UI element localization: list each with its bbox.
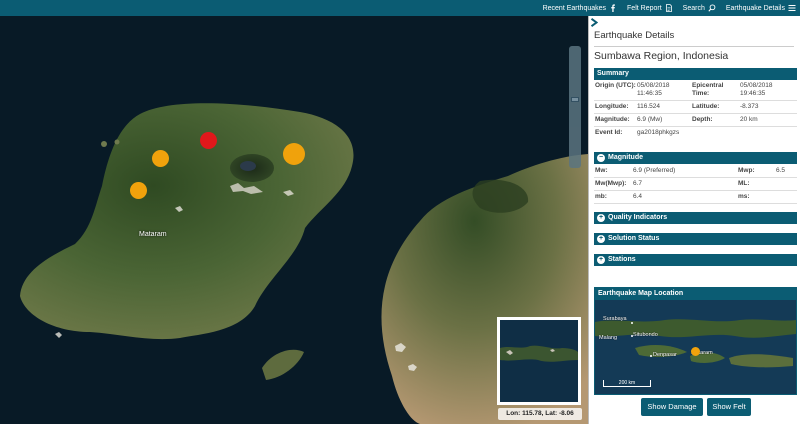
region-title: Sumbawa Region, Indonesia xyxy=(594,50,729,62)
magnitude-value: 6.9 (Mw) xyxy=(637,116,663,123)
summary-row: Event Id: ga2018phkgzs xyxy=(594,127,797,139)
mini-scale-bar: 200 km xyxy=(603,380,651,387)
depth-value: 20 km xyxy=(740,116,758,123)
earthquake-details-panel: Earthquake Details Sumbawa Region, Indon… xyxy=(588,16,800,424)
expand-circle-icon: + xyxy=(597,235,605,243)
solution-status-header[interactable]: + Solution Status xyxy=(594,233,797,245)
event-id-label: Event Id: xyxy=(595,129,623,136)
search-icon xyxy=(708,4,716,12)
panel-divider xyxy=(594,46,794,47)
nav-recent-earthquakes[interactable]: Recent Earthquakes xyxy=(543,4,617,12)
nav-recent-earthquakes-label: Recent Earthquakes xyxy=(542,4,607,12)
summary-header-label: Summary xyxy=(597,70,629,77)
mini-label-surabaya: Surabaya xyxy=(603,316,627,322)
latitude-label: Latitude: xyxy=(692,103,720,110)
mwp-label: Mwp: xyxy=(738,167,755,174)
zoom-slider[interactable] xyxy=(569,46,581,168)
ml-label: ML: xyxy=(738,180,750,187)
longitude-label: Longitude: xyxy=(595,103,629,110)
ms-value xyxy=(775,191,797,203)
epicentral-label: Epicentral Time: xyxy=(692,82,724,97)
show-damage-button[interactable]: Show Damage xyxy=(641,398,703,416)
city-dot xyxy=(631,322,633,324)
latitude-value: -8.373 xyxy=(740,103,759,110)
city-dot xyxy=(650,355,652,357)
magnitude-header-label: Magnitude xyxy=(608,154,643,161)
quality-indicators-label: Quality Indicators xyxy=(608,214,668,221)
mw-mwp-label: Mw(Mwp): xyxy=(595,180,627,187)
magnitude-label: Magnitude: xyxy=(595,116,630,123)
collapse-arrow-icon[interactable] xyxy=(590,18,598,27)
magnitude-header[interactable]: − Magnitude xyxy=(594,152,797,164)
top-nav: Recent Earthquakes Felt Report Search Ea… xyxy=(543,0,800,16)
nav-earthquake-details[interactable]: Earthquake Details xyxy=(726,4,796,12)
expand-circle-icon: + xyxy=(597,214,605,222)
nav-search[interactable]: Search xyxy=(683,4,716,12)
quake-marker-orange[interactable] xyxy=(152,150,169,167)
city-dot xyxy=(631,335,633,337)
document-icon xyxy=(665,4,672,12)
mwp-value: 6.5 xyxy=(776,167,786,174)
stations-label: Stations xyxy=(608,256,636,263)
expand-circle-icon: + xyxy=(597,256,605,264)
magnitude-row: Mw: 6.9 (Preferred) Mwp: 6.5 xyxy=(594,165,797,178)
overview-map[interactable] xyxy=(497,317,581,405)
mini-quake-marker xyxy=(691,347,700,356)
mini-label-malang: Malang xyxy=(599,335,618,341)
mini-map-header: Earthquake Map Location xyxy=(595,288,796,300)
longitude-value: 116.524 xyxy=(637,103,661,110)
quake-marker-orange[interactable] xyxy=(283,143,305,165)
epicentral-value: 05/08/2018 19:46:35 xyxy=(740,82,773,97)
earthquake-location-map[interactable]: Earthquake Map Location Surabaya Situbon… xyxy=(594,287,797,395)
mw-mwp-value: 6.7 xyxy=(633,180,643,187)
mini-label-situbondo: Situbondo xyxy=(633,332,658,338)
show-felt-button[interactable]: Show Felt xyxy=(707,398,751,416)
stations-header[interactable]: + Stations xyxy=(594,254,797,266)
overview-terrain xyxy=(500,320,578,402)
quake-marker-red[interactable] xyxy=(200,132,217,149)
mw-value: 6.9 (Preferred) xyxy=(633,167,676,174)
magnitude-row: Mw(Mwp): 6.7 ML: xyxy=(594,178,797,191)
magnitude-table: Mw: 6.9 (Preferred) Mwp: 6.5 Mw(Mwp): 6.… xyxy=(594,165,797,204)
depth-label: Depth: xyxy=(692,116,713,123)
summary-row: Magnitude: 6.9 (Mw) Depth: 20 km xyxy=(594,114,797,127)
mw-label: Mw: xyxy=(595,167,608,174)
summary-row: Origin (UTC): 05/08/2018 11:46:35 Epicen… xyxy=(594,80,797,101)
mb-value: 6.4 xyxy=(633,193,643,200)
city-label-mataram: Mataram xyxy=(139,231,167,238)
origin-label: Origin (UTC): xyxy=(595,82,636,89)
panel-title: Earthquake Details xyxy=(594,30,675,41)
mb-label: mb: xyxy=(595,193,607,200)
mini-label-denpasar: Denpasar xyxy=(653,352,677,358)
facebook-icon xyxy=(611,4,615,12)
origin-value: 05/08/2018 11:46:35 xyxy=(637,82,670,97)
solution-status-label: Solution Status xyxy=(608,235,660,242)
zoom-slider-thumb[interactable] xyxy=(571,97,579,102)
magnitude-row: mb: 6.4 ms: xyxy=(594,191,797,204)
menu-icon xyxy=(788,4,796,12)
summary-row: Longitude: 116.524 Latitude: -8.373 xyxy=(594,101,797,114)
cursor-coordinates: Lon: 115.78, Lat: -8.06 xyxy=(498,408,582,420)
ms-label: ms: xyxy=(738,193,750,200)
nav-felt-report-label: Felt Report xyxy=(627,4,662,12)
top-bar: Recent Earthquakes Felt Report Search Ea… xyxy=(0,0,800,16)
nav-search-label: Search xyxy=(682,4,705,12)
event-id-value: ga2018phkgzs xyxy=(637,129,680,136)
quake-marker-orange[interactable] xyxy=(130,182,147,199)
summary-header: Summary xyxy=(594,68,797,80)
ml-value xyxy=(775,178,797,190)
nav-earthquake-details-label: Earthquake Details xyxy=(725,4,785,12)
collapse-circle-icon: − xyxy=(597,154,605,162)
map-view[interactable]: Mataram Lon: 115.78, Lat: -8.06 xyxy=(0,16,588,424)
nav-felt-report[interactable]: Felt Report xyxy=(627,4,673,12)
summary-table: Origin (UTC): 05/08/2018 11:46:35 Epicen… xyxy=(594,80,797,139)
mini-map-body: Surabaya Situbondo Malang Denpasar Matar… xyxy=(595,300,796,394)
quality-indicators-header[interactable]: + Quality Indicators xyxy=(594,212,797,224)
